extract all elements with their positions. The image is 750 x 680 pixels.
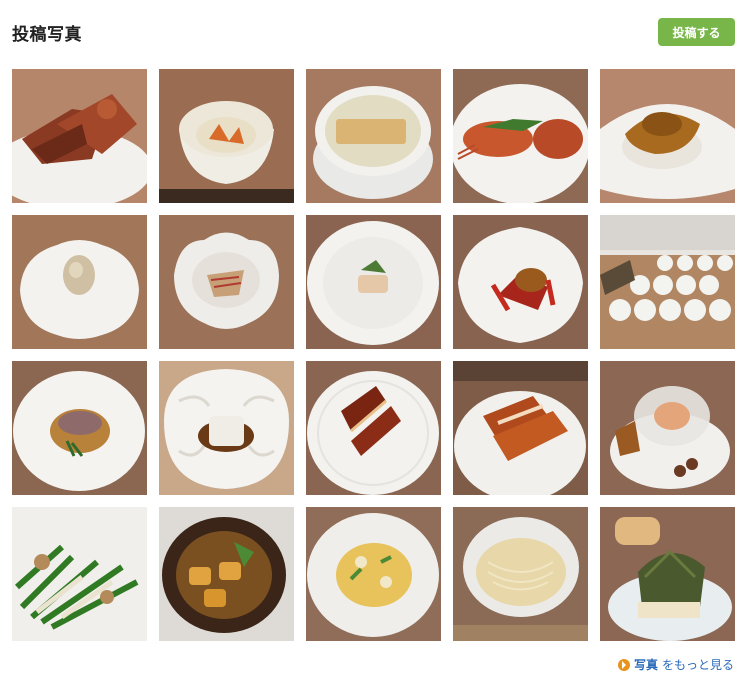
photo-thumbnail[interactable] — [453, 361, 588, 495]
food-photo — [600, 361, 735, 495]
food-photo — [600, 69, 735, 203]
food-photo — [600, 215, 735, 349]
photo-thumbnail[interactable] — [159, 507, 294, 641]
food-photo — [306, 361, 441, 495]
food-photo — [12, 507, 147, 641]
photo-grid — [12, 69, 735, 641]
food-photo — [159, 361, 294, 495]
food-photo — [453, 69, 588, 203]
food-photo — [12, 361, 147, 495]
photo-thumbnail[interactable] — [600, 361, 735, 495]
food-photo — [306, 69, 441, 203]
more-photos-label: をもっと見る — [661, 658, 734, 672]
food-photo — [159, 69, 294, 203]
food-photo — [453, 215, 588, 349]
photo-thumbnail[interactable] — [453, 69, 588, 203]
photo-thumbnail[interactable] — [306, 215, 441, 349]
photo-thumbnail[interactable] — [600, 215, 735, 349]
photo-thumbnail[interactable] — [453, 215, 588, 349]
post-photo-button[interactable]: 投稿する — [658, 18, 735, 46]
photo-thumbnail[interactable] — [12, 69, 147, 203]
section-title: 投稿写真 — [12, 25, 82, 45]
food-photo — [453, 507, 588, 641]
photo-thumbnail[interactable] — [306, 69, 441, 203]
photo-thumbnail[interactable] — [600, 69, 735, 203]
food-photo — [159, 507, 294, 641]
photo-thumbnail[interactable] — [306, 507, 441, 641]
photo-thumbnail[interactable] — [159, 69, 294, 203]
photo-thumbnail[interactable] — [159, 215, 294, 349]
food-photo — [306, 507, 441, 641]
photo-thumbnail[interactable] — [600, 507, 735, 641]
food-photo — [159, 215, 294, 349]
photo-thumbnail[interactable] — [453, 507, 588, 641]
food-photo — [453, 361, 588, 495]
section-header: 投稿写真 投稿する — [0, 0, 750, 62]
food-photo — [12, 69, 147, 203]
food-photo — [306, 215, 441, 349]
photo-thumbnail[interactable] — [12, 361, 147, 495]
chevron-right-icon — [617, 658, 630, 671]
photo-thumbnail[interactable] — [159, 361, 294, 495]
food-photo — [12, 215, 147, 349]
more-photos-label-bold: 写真 — [633, 658, 658, 672]
photo-thumbnail[interactable] — [306, 361, 441, 495]
photo-thumbnail[interactable] — [12, 215, 147, 349]
photo-thumbnail[interactable] — [12, 507, 147, 641]
more-photos-link[interactable]: 写真 をもっと見る — [617, 656, 734, 673]
food-photo — [600, 507, 735, 641]
